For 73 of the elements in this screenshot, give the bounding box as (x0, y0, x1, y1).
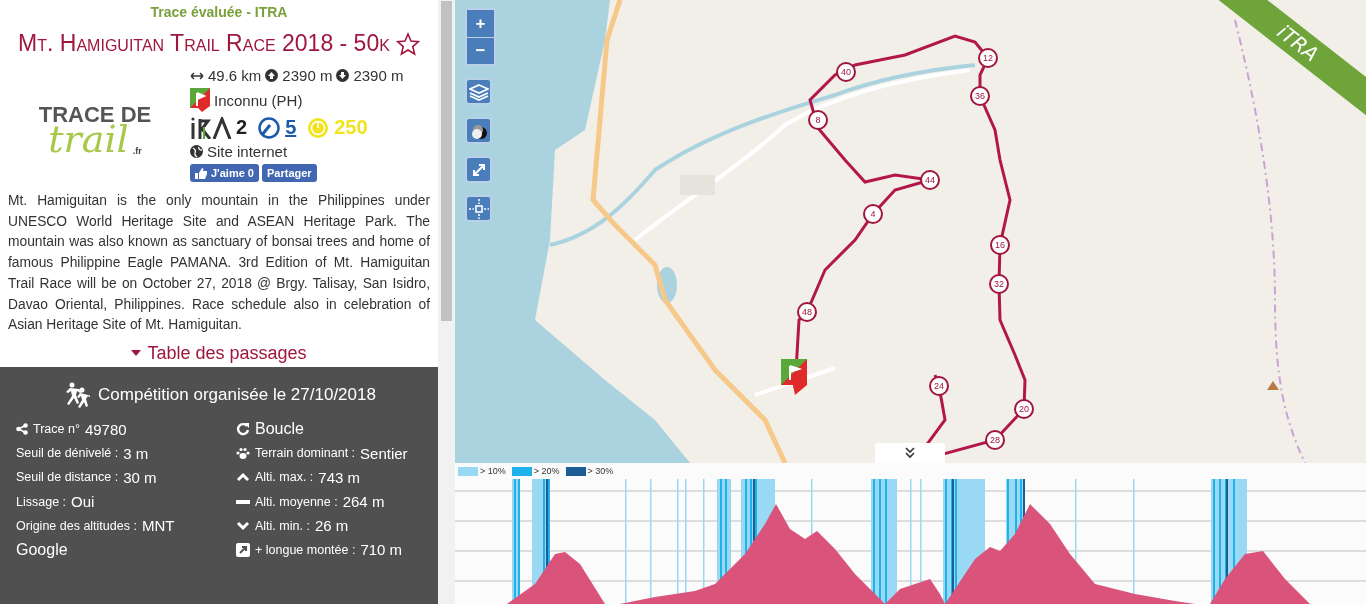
share-icon (16, 423, 28, 435)
caret-icon (131, 350, 142, 357)
stat-label: Trace n° (33, 422, 80, 436)
evaluation-label: Trace évaluée - ITRA (150, 4, 288, 20)
legend-label: > 10% (480, 466, 506, 476)
gauge-icon (257, 116, 282, 139)
locate-button[interactable] (465, 195, 492, 222)
share-button[interactable]: Partager (262, 164, 317, 182)
collapse-button[interactable] (875, 443, 945, 463)
stat-label: Alti. max. : (255, 470, 314, 485)
arrow-box-icon (236, 542, 250, 557)
stat-label: Seuil de dénivelé : (16, 446, 119, 461)
stat-value: Boucle (255, 420, 304, 438)
layers-button[interactable] (465, 78, 492, 105)
passages-link[interactable]: Table des passages (131, 342, 307, 364)
stat-value: 710 m (360, 541, 403, 559)
competition-heading: Compétition organisée le 27/10/2018 (98, 384, 376, 405)
race-title: Mt. Hamiguitan Trail Race 2018 - 50k (18, 30, 390, 57)
flag-icon (190, 88, 210, 112)
stat-value: MNT (141, 517, 175, 535)
stat-label: Alti. min. : (255, 518, 310, 533)
description: Mt. Hamiguitan is the only mountain in the Philippines under UNESCO World Heritage Site and ASEAN Heritage Park. The mountain was also known as sanctuary of bonsai trees and home of famous Philippine Eagle PAMANA. 3rd Edition of Mt. Hamiguitan Trail Race will be on October 27, 2018 @ Brgy. Talisay, San Isidro, Davao Oriental, Philippines. Race schedule also in celebration of Asian Heritage Site of Mt. Hamiguitan. (8, 192, 430, 335)
chevron-down-icon (236, 520, 250, 531)
logo-text: .fr (132, 145, 142, 156)
country-label: Inconnu (PH) (214, 91, 303, 109)
double-chevron-icon (904, 447, 916, 459)
legend-label: > 30% (587, 466, 614, 476)
ascent-value: 2390 m (282, 67, 333, 84)
contrast-button[interactable] (465, 117, 492, 144)
stat-label: Seuil de distance : (16, 470, 119, 485)
score-value: 5 (285, 116, 297, 139)
expand-icon (470, 161, 487, 178)
stat-value: Google (16, 540, 68, 559)
coin-icon (306, 116, 331, 139)
descent-value: 2390 m (353, 67, 404, 84)
stat-label: Lissage : (16, 494, 67, 509)
like-button[interactable]: J'aime 0 (190, 164, 259, 182)
stat-label: Terrain dominant : (255, 446, 356, 461)
legend-label: > 20% (533, 466, 560, 476)
layers-icon (468, 82, 489, 101)
minus-icon (236, 499, 250, 504)
thumbs-up-icon (195, 167, 207, 179)
stat-value: 30 m (123, 468, 157, 486)
scrollbar[interactable] (438, 0, 455, 604)
stat-value: 264 m (342, 493, 385, 511)
stat-value: 49780 (84, 420, 127, 438)
arrow-up-circle-icon (265, 69, 279, 82)
stat-label: + longue montée : (255, 542, 356, 557)
stat-label: Alti. moyenne : (255, 494, 338, 509)
chevron-up-icon (236, 472, 250, 483)
crosshair-icon (468, 198, 489, 219)
zoom-out-button[interactable]: − (467, 37, 494, 64)
globe-icon (190, 145, 203, 158)
stat-label: Origine des altitudes : (16, 518, 137, 533)
score-value: 250 (334, 116, 368, 139)
distance-value: 49.6 km (208, 67, 262, 84)
score-value: 2 (236, 116, 248, 139)
stat-value: Oui (71, 493, 95, 511)
distance-icon (190, 71, 204, 80)
arrow-down-circle-icon (336, 69, 350, 82)
scrollbar-thumb[interactable] (441, 1, 452, 321)
stat-value: Sentier (360, 444, 408, 462)
zoom-in-button[interactable]: + (467, 10, 494, 37)
fullscreen-button[interactable] (465, 156, 492, 183)
star-icon (395, 31, 420, 56)
stat-value: 3 m (123, 444, 149, 462)
stat-value: 743 m (318, 468, 361, 486)
itra-logo-icon (190, 116, 232, 139)
refresh-icon (236, 422, 250, 436)
flag-marker-icon[interactable] (781, 359, 807, 395)
paw-icon (236, 446, 250, 460)
stat-value: 26 m (314, 517, 349, 535)
website-link[interactable]: Site internet (207, 143, 288, 160)
